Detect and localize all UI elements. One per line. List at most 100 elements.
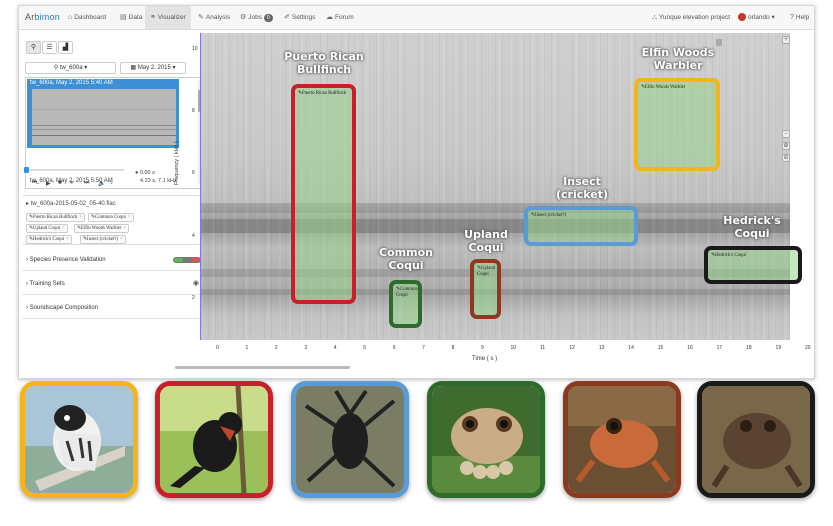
roi-elfin-woods-warbler[interactable]: ✎Elfin Woods Warbler bbox=[634, 78, 720, 171]
x-tick: 19 bbox=[775, 345, 782, 351]
photo-common-coqui bbox=[427, 381, 545, 498]
forum-icon: ☁ bbox=[326, 14, 333, 21]
nav-analysis[interactable]: ✎ Analysis bbox=[193, 6, 235, 29]
play-button[interactable]: ▶ bbox=[46, 180, 51, 187]
skip-back-button[interactable]: ⏮ bbox=[32, 180, 37, 187]
eye-icon[interactable]: ◉ bbox=[193, 273, 199, 295]
playback-handle[interactable] bbox=[24, 167, 29, 173]
playback-progress[interactable] bbox=[24, 167, 124, 173]
species-tag[interactable]: ✎Puerto Rican Bullfinch × bbox=[26, 213, 85, 222]
roi-label: ✎Insect (cricket?) bbox=[531, 213, 567, 218]
zoom-out-button[interactable]: − bbox=[782, 130, 790, 138]
chart-view-button[interactable]: ▟ bbox=[58, 41, 73, 54]
accordion-training-sets[interactable]: › Training Sets ◉ bbox=[22, 273, 205, 295]
vertical-zoom-slider[interactable] bbox=[785, 47, 787, 127]
remove-tag-icon[interactable]: × bbox=[123, 226, 126, 231]
accordion-species-validation[interactable]: › Species Presence Validation bbox=[22, 249, 205, 271]
nav-dashboard[interactable]: ⌂ Dashboard bbox=[63, 6, 111, 29]
stop-button[interactable]: ■ bbox=[58, 180, 62, 186]
roi-insect[interactable]: ✎Insect (cricket?) bbox=[524, 206, 638, 246]
remove-tag-icon[interactable]: × bbox=[120, 237, 123, 242]
species-tag[interactable]: ✎Insect (cricket?) × bbox=[80, 235, 126, 244]
y-tick: 6 bbox=[192, 170, 195, 176]
zoom-in-button[interactable]: + bbox=[782, 36, 790, 44]
list-icon: ☰ bbox=[46, 44, 53, 51]
nav-jobs[interactable]: ⚙ Jobs 0 bbox=[235, 6, 278, 29]
y-tick: 4 bbox=[192, 233, 195, 239]
pause-button[interactable]: ⏸ bbox=[70, 180, 73, 187]
roi-hedricks-coqui[interactable]: ✎Hedrick's Coqui bbox=[704, 246, 802, 284]
x-tick: 13 bbox=[598, 345, 605, 351]
nav-visualizer[interactable]: ⚭ Visualizer bbox=[145, 6, 191, 29]
x-axis-label: Time ( s ) bbox=[472, 356, 498, 362]
top-navbar: Arbimon ⌂ Dashboard ▤ Data ⚭ Visualizer ✎ An… bbox=[19, 6, 814, 30]
y-tick: 8 bbox=[192, 108, 195, 114]
remove-tag-icon[interactable]: × bbox=[62, 226, 65, 231]
species-tag[interactable]: ✎Elfin Woods Warbler × bbox=[74, 224, 130, 233]
x-tick: 15 bbox=[657, 345, 664, 351]
roi-label: ✎Hedrick's Coqui bbox=[711, 253, 747, 258]
location-view-button[interactable]: ⚲ bbox=[26, 41, 41, 54]
roi-puerto-rican-bullfinch[interactable]: ✎Puerto Rican Bullfinch bbox=[291, 84, 356, 304]
date-dropdown[interactable]: ▦ May 2, 2015 ▾ bbox=[120, 62, 186, 74]
roi-upland-coqui[interactable]: ✎Upland Coqui bbox=[470, 259, 501, 319]
visualizer-icon: ⚭ bbox=[150, 14, 156, 21]
arbimon-logo[interactable]: Arbimon bbox=[25, 12, 60, 22]
nav-forum[interactable]: ☁ Forum bbox=[321, 6, 359, 29]
x-tick: 14 bbox=[628, 345, 634, 351]
analysis-icon: ✎ bbox=[198, 14, 204, 21]
remove-tag-icon[interactable]: × bbox=[79, 215, 82, 220]
jobs-count-badge: 0 bbox=[263, 14, 273, 22]
site-dropdown[interactable]: ⚲ tw_600a ▾ bbox=[25, 62, 116, 74]
species-tag[interactable]: ✎Common Coqui × bbox=[88, 213, 134, 222]
nav-data[interactable]: ▤ Data bbox=[115, 6, 147, 29]
remove-tag-icon[interactable]: × bbox=[66, 237, 69, 242]
x-tick: 0 bbox=[216, 345, 219, 351]
help-icon: ? bbox=[790, 14, 794, 21]
x-tick: 3 bbox=[304, 345, 308, 351]
nav-settings[interactable]: ✐ Settings bbox=[279, 6, 320, 29]
map-marker-icon: ⚲ bbox=[30, 44, 37, 51]
site-marker-icon: ⚲ bbox=[53, 65, 59, 71]
y-tick: 2 bbox=[192, 295, 195, 301]
species-tag[interactable]: ✎Hedrick's Coqui × bbox=[26, 235, 72, 244]
validation-toggle[interactable] bbox=[173, 257, 201, 263]
spectrogram-scrollbar[interactable] bbox=[175, 366, 350, 369]
species-title-insect: Insect (cricket) bbox=[555, 175, 609, 201]
zoom-fit-icon[interactable]: ⊕ bbox=[782, 142, 790, 150]
remove-tag-icon[interactable]: × bbox=[128, 215, 131, 220]
x-tick: 20 bbox=[805, 345, 811, 351]
file-name: ▸ tw_600a-2015-05-02_05-40.flac bbox=[26, 201, 116, 207]
file-tags-box: ▸ tw_600a-2015-05-02_05-40.flac ✎Puerto … bbox=[22, 195, 205, 245]
dashboard-icon: ⌂ bbox=[68, 14, 73, 21]
calendar-icon: ▦ bbox=[130, 65, 137, 71]
zoom-reset-icon[interactable]: ⊖ bbox=[782, 154, 790, 162]
list-view-button[interactable]: ☰ bbox=[42, 41, 57, 54]
x-tick: 11 bbox=[539, 345, 546, 351]
species-title-bullfinch: Puerto Rican Bullfinch bbox=[284, 50, 364, 76]
roi-label: ✎Elfin Woods Warbler bbox=[641, 85, 686, 90]
volume-icon[interactable]: 🔈 bbox=[98, 180, 105, 187]
x-tick: 18 bbox=[746, 345, 752, 351]
photo-upland-coqui bbox=[563, 381, 681, 498]
pitch-icon[interactable]: ♪ bbox=[110, 180, 113, 186]
recording-item-selected[interactable]: tw_600a, May 2, 2015 5:40 AM bbox=[27, 79, 179, 148]
photo-hedricks-coqui bbox=[697, 381, 815, 498]
project-selector[interactable]: ⛬ Yunque elevation project bbox=[647, 6, 735, 29]
skip-forward-button[interactable]: ⏭ bbox=[84, 180, 89, 187]
horizontal-zoom-slider[interactable] bbox=[706, 39, 781, 46]
x-tick: 5 bbox=[363, 345, 367, 351]
avatar bbox=[738, 13, 746, 22]
species-tag[interactable]: ✎Upland Coqui × bbox=[26, 224, 68, 233]
project-icon: ⛬ bbox=[652, 14, 657, 21]
roi-common-coqui[interactable]: ✎Common Coqui bbox=[389, 280, 422, 328]
playback-time: ● 0.00 s bbox=[135, 170, 155, 176]
data-icon: ▤ bbox=[120, 14, 127, 21]
photo-puerto-rican-bullfinch bbox=[155, 381, 273, 498]
accordion-soundscape[interactable]: › Soundscape Composition bbox=[22, 297, 205, 319]
help-link[interactable]: ? Help bbox=[785, 6, 814, 29]
x-tick: 10 bbox=[510, 345, 517, 351]
x-tick: 8 bbox=[451, 345, 455, 351]
roi-label: ✎Common Coqui bbox=[396, 287, 418, 298]
user-menu[interactable]: orlando ▾ bbox=[733, 6, 780, 29]
